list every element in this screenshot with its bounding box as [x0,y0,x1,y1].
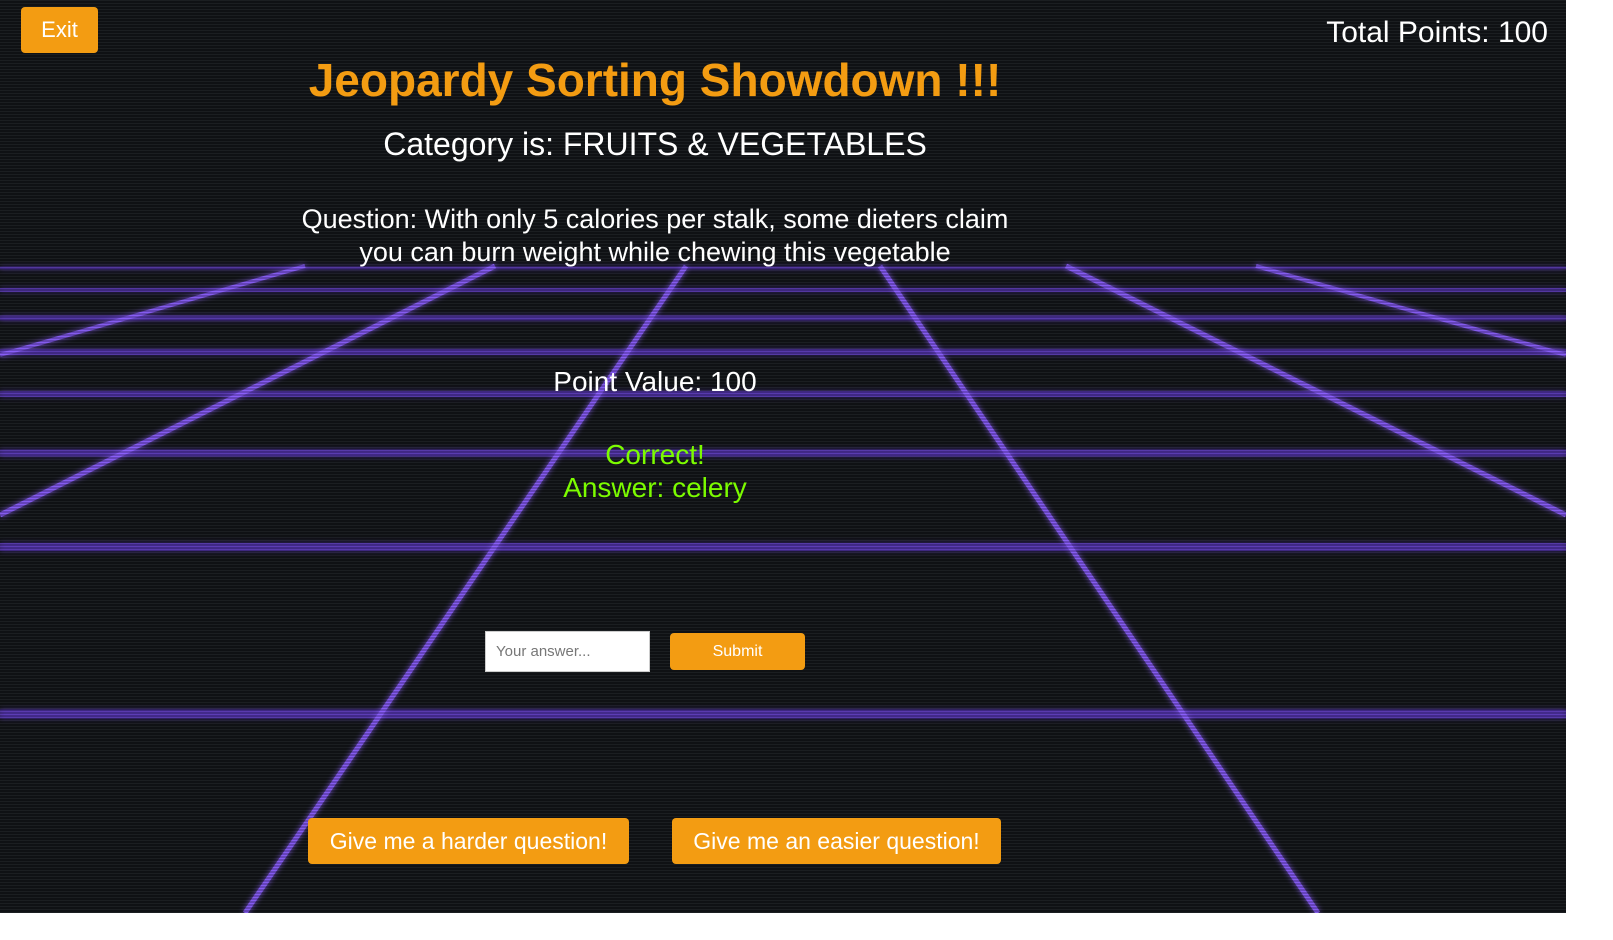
result-feedback: Correct! Answer: celery [155,438,1155,504]
exit-button[interactable]: Exit [21,7,98,53]
point-value-label: Point Value: 100 [553,366,757,397]
answer-input[interactable] [485,631,650,672]
question-line-2: you can burn weight while chewing this v… [359,237,951,267]
submit-button[interactable]: Submit [670,633,805,670]
question-text: Question: With only 5 calories per stalk… [155,203,1155,269]
game-screen: Exit Total Points: 100 Jeopardy Sorting … [0,0,1566,913]
harder-question-button[interactable]: Give me a harder question! [308,818,629,864]
page-title: Jeopardy Sorting Showdown !!! [308,54,1002,106]
result-answer: Answer: celery [563,472,747,503]
question-line-1: Question: With only 5 calories per stalk… [301,204,1009,234]
category-label: Category is: FRUITS & VEGETABLES [383,126,927,162]
total-points-display: Total Points: 100 [1326,16,1548,49]
result-status: Correct! [605,439,705,470]
easier-question-button[interactable]: Give me an easier question! [672,818,1001,864]
